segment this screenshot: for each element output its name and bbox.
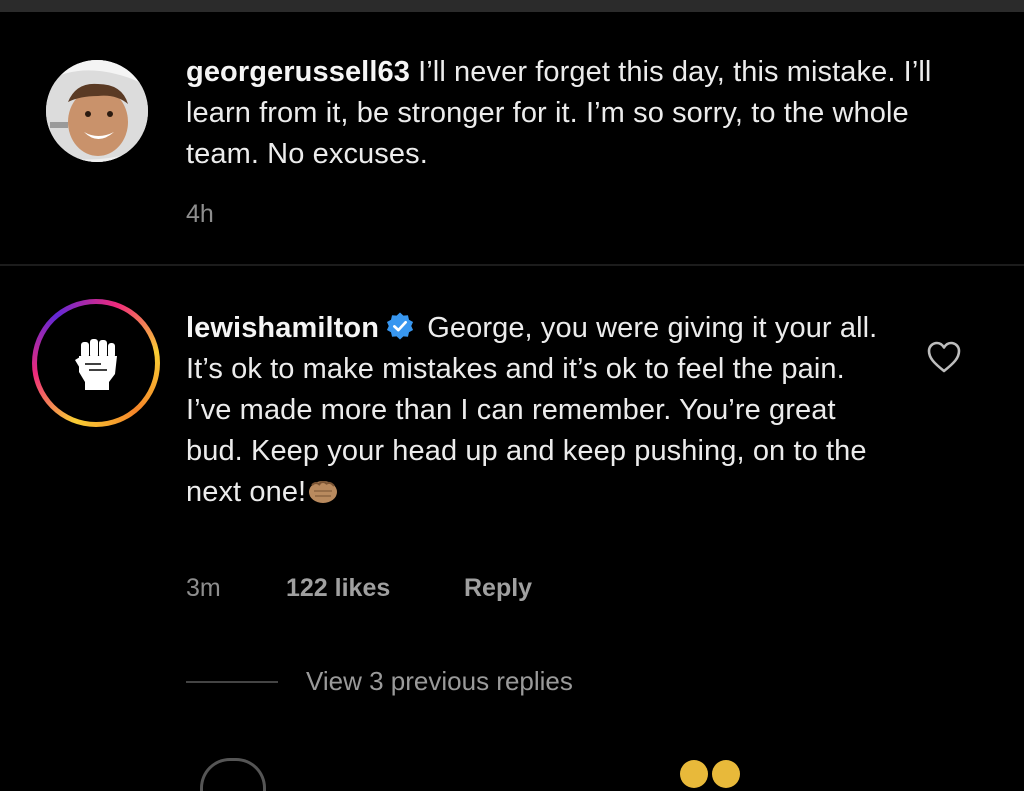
like-heart-icon[interactable] <box>926 340 962 374</box>
avatar-inner <box>37 304 155 422</box>
comment-username[interactable]: georgerussell63 <box>186 56 418 88</box>
replies-divider-line <box>186 680 278 683</box>
comment-timestamp: 4h <box>186 200 214 228</box>
comment-meta: 4h <box>186 200 286 229</box>
raised-fist-icon <box>75 339 117 390</box>
top-bar <box>0 0 1024 12</box>
comment-body: georgerussell63 I’ll never forget this d… <box>186 52 946 175</box>
comment-username[interactable]: lewishamilton <box>186 312 379 344</box>
view-replies-label: View 3 previous replies <box>306 666 573 696</box>
avatar-georgerussell63[interactable] <box>46 60 148 162</box>
view-replies-button[interactable]: View 3 previous replies <box>186 666 573 697</box>
comment-lewishamilton: lewishamilton George, you were giving it… <box>0 266 1024 791</box>
avatar-photo <box>46 60 148 162</box>
verified-badge-icon <box>387 312 414 340</box>
comment-georgerussell63: georgerussell63 I’ll never forget this d… <box>0 12 1024 264</box>
reply-button[interactable]: Reply <box>464 574 532 603</box>
comment-body: lewishamilton George, you were giving it… <box>186 308 886 513</box>
partial-emoji-icon <box>712 760 740 788</box>
comment-meta: 3m 122 likes Reply <box>186 574 532 603</box>
fist-bump-emoji <box>309 481 338 503</box>
like-count[interactable]: 122 likes <box>286 574 464 603</box>
partial-emoji-icon <box>680 760 708 788</box>
comment-timestamp: 3m <box>186 574 221 602</box>
partial-reply-avatar <box>200 758 266 791</box>
avatar-lewishamilton[interactable] <box>32 299 160 427</box>
